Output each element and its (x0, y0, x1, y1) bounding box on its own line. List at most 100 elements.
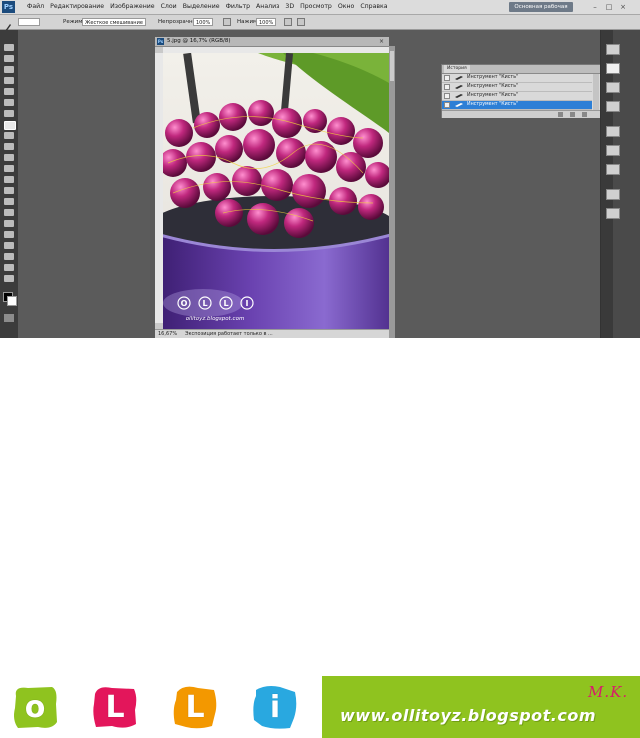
crop-tool-icon[interactable] (4, 88, 14, 95)
opacity-input[interactable]: 100% (193, 18, 213, 26)
banner-letter-o-text: o (24, 689, 46, 725)
mode-select[interactable]: Жесткое смешивание (82, 18, 146, 26)
pressure-size-icon[interactable] (297, 18, 305, 26)
watermark-letter-o: O (181, 299, 188, 308)
trash-icon[interactable] (582, 112, 587, 117)
menu-layers[interactable]: Слои (158, 0, 180, 14)
banner-letter-l2: L (172, 684, 218, 730)
styles-panel-icon[interactable] (606, 101, 620, 112)
menu-view[interactable]: Просмотр (297, 0, 335, 14)
close-icon[interactable]: × (618, 2, 628, 12)
document-tab[interactable]: Ps 5.jpg @ 16,7% (RGB/8) × (155, 37, 389, 47)
document-canvas[interactable]: O L L I ollitoyz.blogspot.com (163, 53, 389, 329)
history-panel-icon[interactable] (606, 63, 620, 74)
quick-select-tool-icon[interactable] (4, 77, 14, 84)
move-tool-icon[interactable] (4, 44, 14, 51)
airbrush-icon[interactable] (284, 18, 292, 26)
adjustments-panel-icon[interactable] (606, 126, 620, 137)
swatches-panel-icon[interactable] (606, 82, 620, 93)
options-bar: Режим: Жесткое смешивание Непрозрачность… (0, 15, 640, 32)
3d-rotate-tool-icon[interactable] (4, 242, 14, 249)
layers-panel-icon[interactable] (606, 164, 620, 175)
pen-tool-icon[interactable] (4, 198, 14, 205)
eraser-tool-icon[interactable] (4, 154, 14, 161)
menu-image[interactable]: Изображение (107, 0, 158, 14)
channels-panel-icon[interactable] (606, 189, 620, 200)
history-brush-tool-icon[interactable] (4, 143, 14, 150)
masks-panel-icon[interactable] (606, 145, 620, 156)
history-scrollbar[interactable] (593, 74, 599, 110)
photoshop-window: Ps Файл Редактирование Изображение Слои … (0, 0, 640, 338)
history-item[interactable]: Инструмент "Кисть" (442, 83, 592, 92)
document-title: 5.jpg @ 16,7% (RGB/8) (167, 38, 231, 44)
shape-tool-icon[interactable] (4, 231, 14, 238)
history-snapshot-checkbox[interactable] (444, 84, 450, 90)
menu-analysis[interactable]: Анализ (253, 0, 282, 14)
new-snapshot-icon[interactable] (570, 112, 575, 117)
3d-camera-tool-icon[interactable] (4, 253, 14, 260)
watermark-letter-i: I (246, 299, 249, 308)
menu-filter[interactable]: Фильтр (223, 0, 253, 14)
history-item-label: Инструмент "Кисть" (467, 102, 519, 107)
banner-letter-i-text: i (269, 689, 281, 725)
menu-3d[interactable]: 3D (282, 0, 297, 14)
menu-select[interactable]: Выделение (180, 0, 223, 14)
history-panel: История Инструмент "Кисть" Инструмент "К… (441, 64, 601, 118)
workspace-button[interactable]: Основная рабочая среда (509, 2, 573, 20)
history-snapshot-checkbox[interactable] (444, 75, 450, 81)
background-color-swatch[interactable] (7, 296, 17, 306)
window-controls: – □ × (590, 2, 628, 12)
watermark-letter-l1: L (202, 299, 207, 308)
marquee-tool-icon[interactable] (4, 55, 14, 62)
history-snapshot-checkbox[interactable] (444, 102, 450, 108)
minimize-icon[interactable]: – (590, 2, 600, 12)
collapsed-panel-strip (601, 30, 613, 338)
photoshop-logo-icon: Ps (2, 1, 15, 13)
type-tool-icon[interactable] (4, 209, 14, 216)
watermark-url: ollitoyz.blogspot.com (186, 316, 245, 322)
brush-tool-active-icon[interactable] (4, 121, 16, 130)
healing-tool-icon[interactable] (4, 110, 14, 117)
history-item[interactable]: Инструмент "Кисть" (442, 92, 592, 101)
brush-tool-icon[interactable] (3, 17, 13, 32)
document-vertical-scrollbar[interactable] (389, 46, 395, 338)
path-select-tool-icon[interactable] (4, 220, 14, 227)
menu-file[interactable]: Файл (24, 0, 47, 14)
dodge-tool-icon[interactable] (4, 187, 14, 194)
zoom-tool-icon[interactable] (4, 275, 14, 282)
menu-help[interactable]: Справка (357, 0, 390, 14)
maximize-icon[interactable]: □ (604, 2, 614, 12)
history-item-label: Инструмент "Кисть" (467, 84, 519, 89)
brush-icon (455, 103, 463, 107)
status-zoom[interactable]: 16,67% (158, 330, 177, 338)
new-document-icon[interactable] (558, 112, 563, 117)
quick-mask-icon[interactable] (4, 314, 14, 322)
scrollbar-thumb[interactable] (390, 51, 394, 81)
history-snapshot-checkbox[interactable] (444, 93, 450, 99)
menu-window[interactable]: Окно (335, 0, 357, 14)
lasso-tool-icon[interactable] (4, 66, 14, 73)
banner-url[interactable]: www.ollitoyz.blogspot.com (340, 706, 596, 725)
photo-beads-in-purple-pot: O L L I ollitoyz.blogspot.com (163, 53, 389, 329)
status-message: Экспозиция работает только в ... (185, 331, 273, 337)
history-tab[interactable]: История (444, 65, 470, 73)
gradient-tool-icon[interactable] (4, 165, 14, 172)
history-item-selected[interactable]: Инструмент "Кисть" (442, 101, 592, 110)
panel-dock (600, 30, 640, 338)
brush-preset-picker[interactable] (18, 18, 40, 26)
menu-edit[interactable]: Редактирование (47, 0, 107, 14)
pressure-opacity-icon[interactable] (223, 18, 231, 26)
pressure-input[interactable]: 100% (256, 18, 276, 26)
history-item-label: Инструмент "Кисть" (467, 75, 519, 80)
document-close-icon[interactable]: × (379, 37, 384, 46)
watermark-letter-l2: L (223, 299, 228, 308)
color-panel-icon[interactable] (606, 44, 620, 55)
stamp-tool-icon[interactable] (4, 132, 14, 139)
document-icon: Ps (157, 38, 164, 45)
eyedropper-tool-icon[interactable] (4, 99, 14, 106)
blog-banner: o L L i M.K. www.ollitoyz.blogspot.com (0, 338, 640, 738)
paths-panel-icon[interactable] (606, 208, 620, 219)
history-item[interactable]: Инструмент "Кисть" (442, 74, 592, 83)
blur-tool-icon[interactable] (4, 176, 14, 183)
hand-tool-icon[interactable] (4, 264, 14, 271)
